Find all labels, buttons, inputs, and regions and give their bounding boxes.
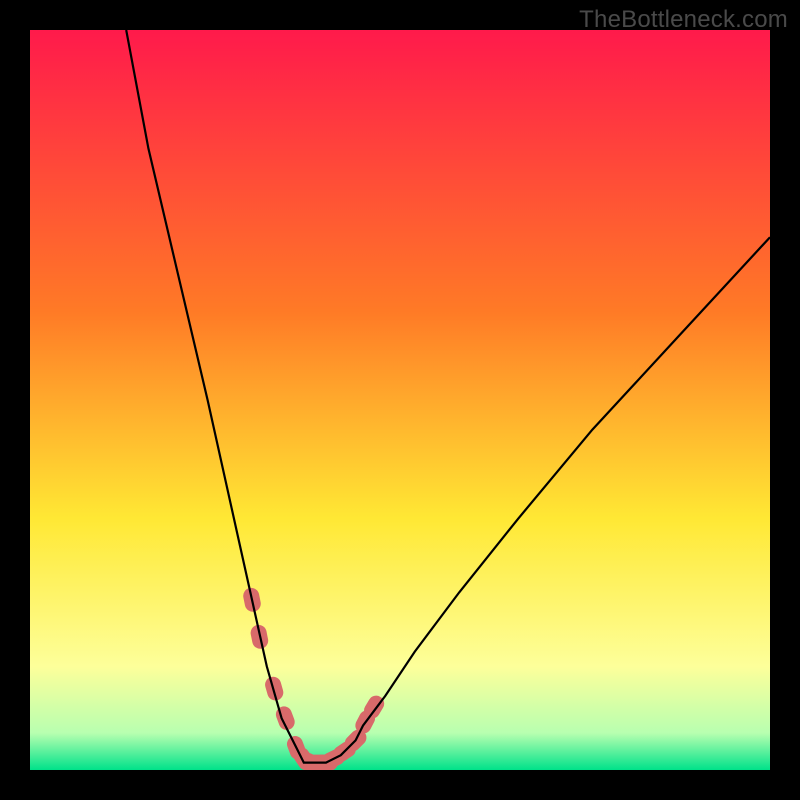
gradient-background — [30, 30, 770, 770]
watermark-text: TheBottleneck.com — [579, 6, 788, 34]
chart-svg — [30, 30, 770, 770]
plot-area — [30, 30, 770, 770]
chart-frame: TheBottleneck.com — [0, 0, 800, 800]
